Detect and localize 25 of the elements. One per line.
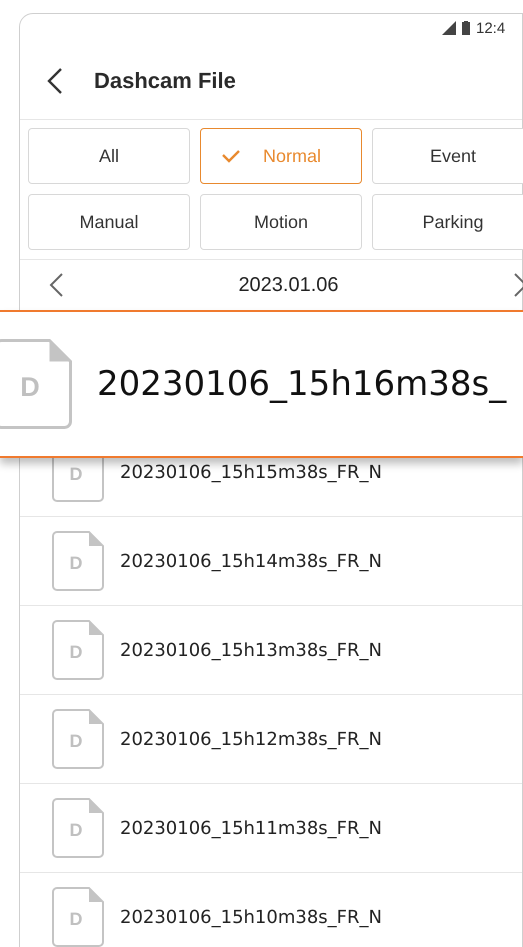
file-name: 20230106_15h10m38s_FR_N [120,906,382,928]
file-name: 20230106_15h11m38s_FR_N [120,818,382,838]
file-icon: D [52,620,104,680]
file-name: 20230106_15h13m38s_FR_N [120,640,382,660]
file-name: 20230106_15h12m38s_FR_N [120,728,382,750]
filter-chip[interactable]: Manual [28,194,190,250]
screen-title: Dashcam File [94,68,236,94]
file-name: 20230106_15h15m38s_FR_N [120,462,382,482]
previous-icon[interactable] [48,272,64,298]
file-icon: D [52,531,104,591]
status-time: 12:4 [476,20,506,36]
file-name: 20230106_15h14m38s_FR_N [120,550,382,572]
file-name: 20230106_15h16m38s_ [97,364,506,404]
back-icon[interactable] [46,66,64,94]
filter-chip[interactable]: All [28,128,190,184]
file-icon: D [52,887,104,947]
check-icon [220,149,241,163]
file-icon: D [52,798,104,858]
date-label: 2023.01.06 [238,274,339,296]
signal-icon [442,21,456,35]
filter-chip[interactable]: Parking [372,194,523,250]
filter-chip[interactable]: Motion [200,194,362,250]
battery-icon [462,21,470,35]
file-icon: D [52,709,104,769]
filter-chip[interactable]: Event [372,128,523,184]
